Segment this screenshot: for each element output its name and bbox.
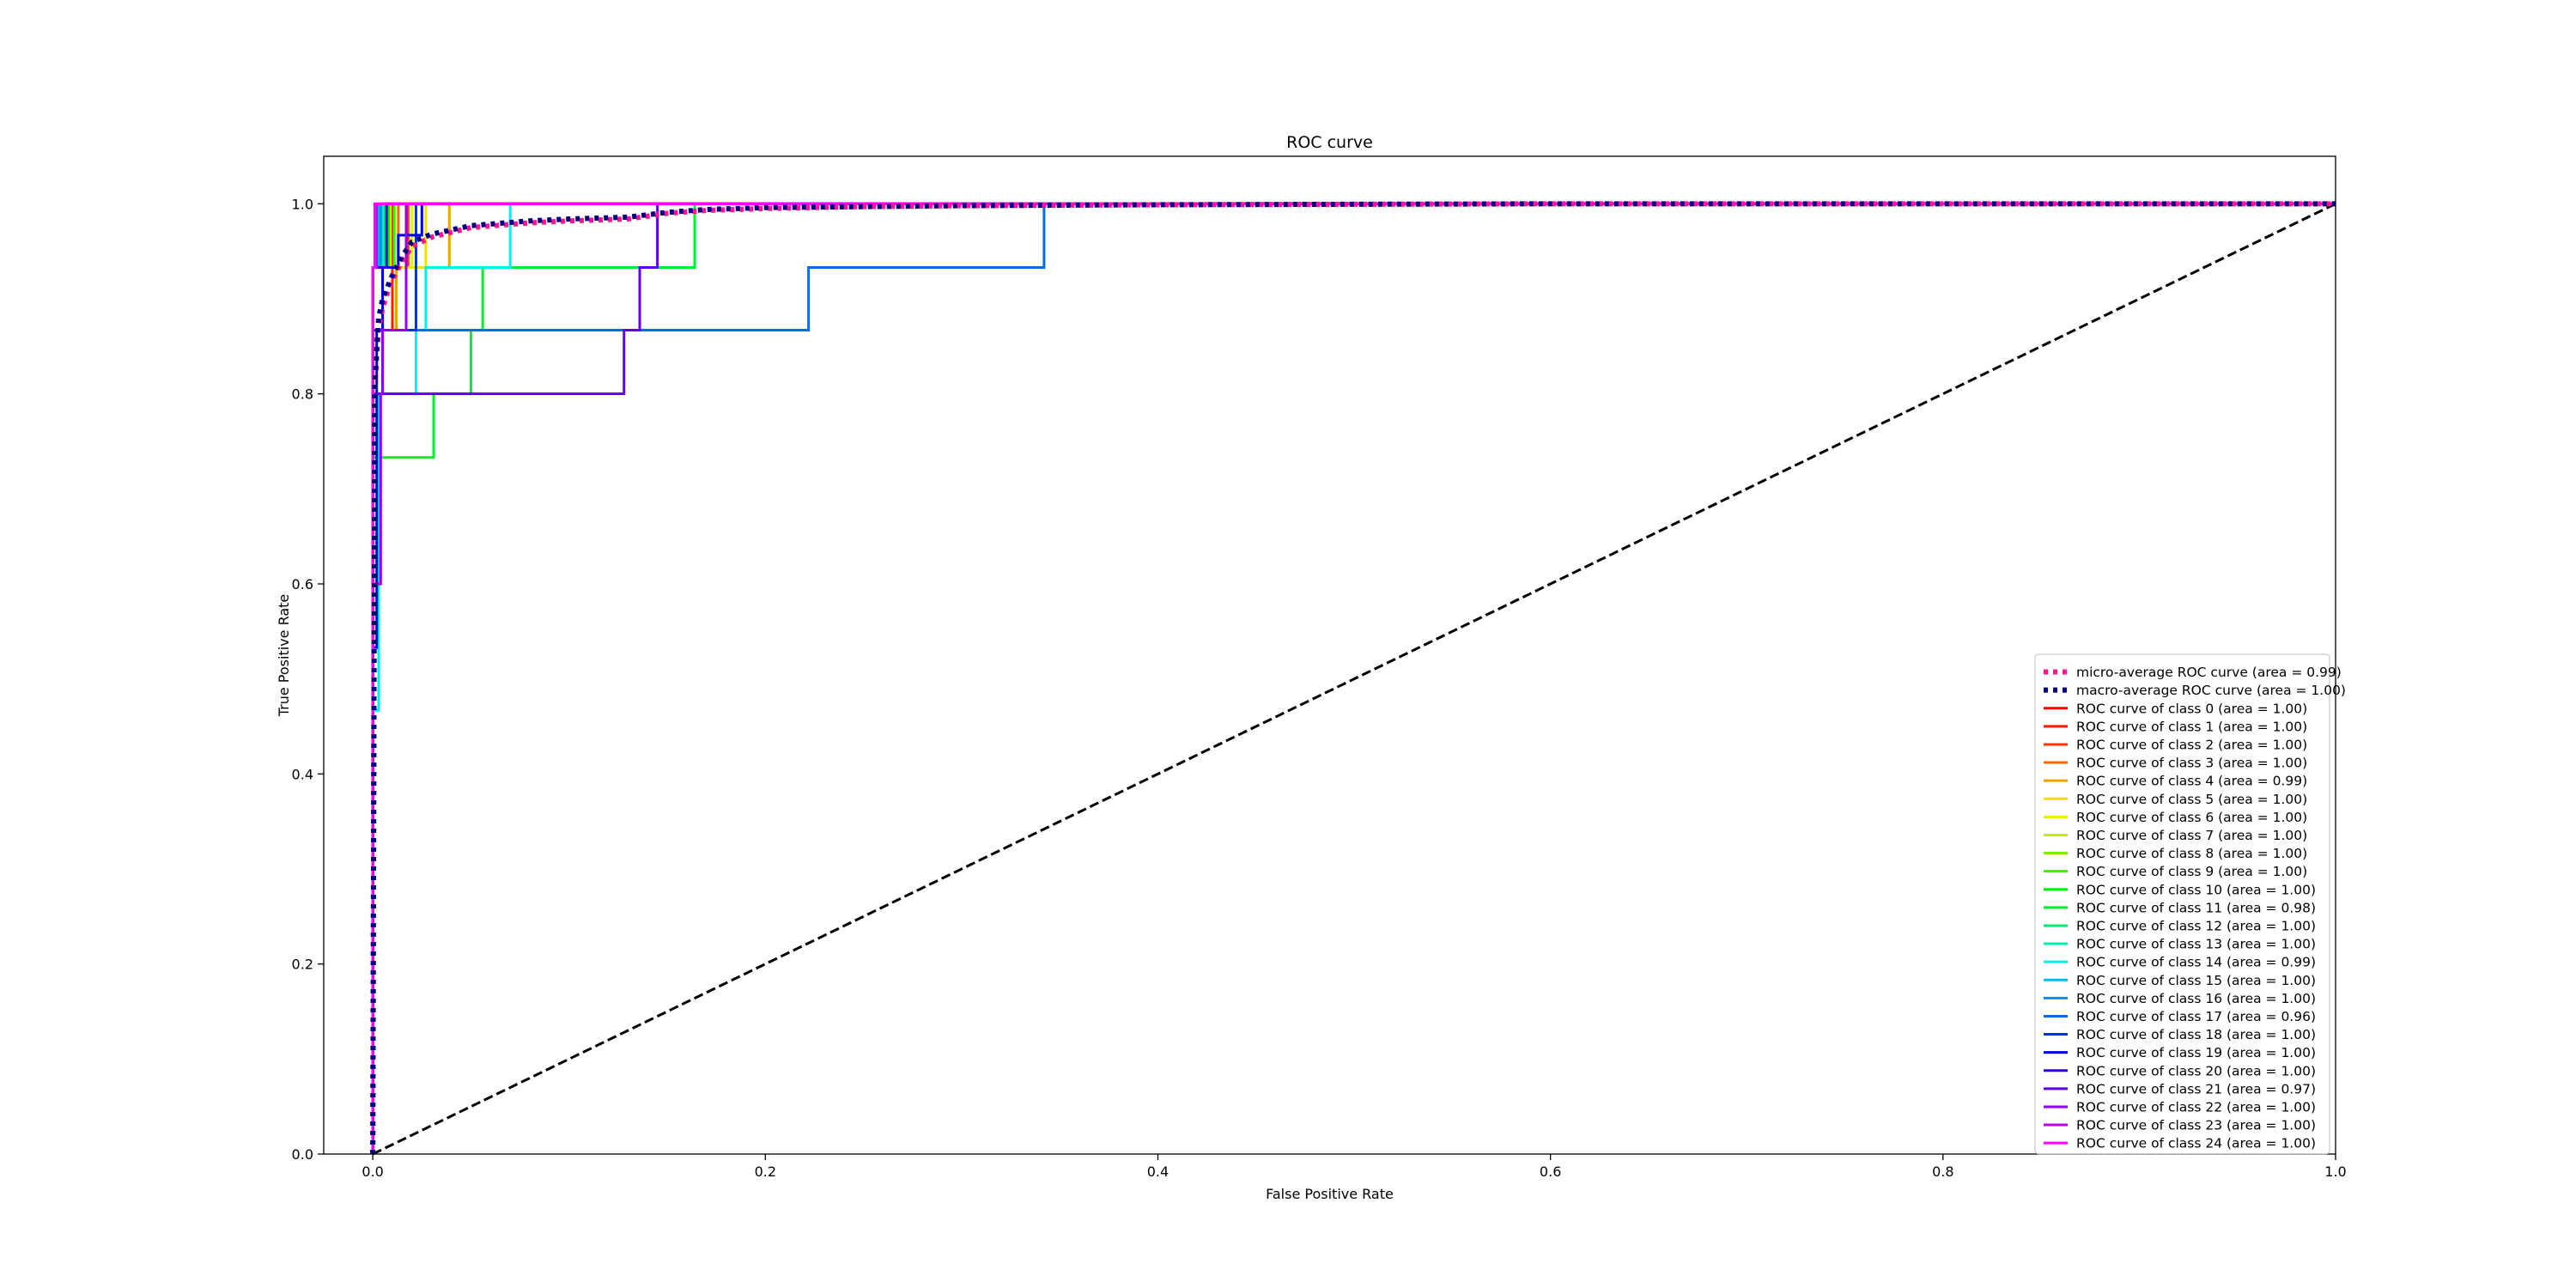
x-tick-label: 0.6 <box>1540 1163 1561 1180</box>
legend-label-6: ROC curve of class 4 (area = 0.99) <box>2076 774 2307 789</box>
legend-label-23: ROC curve of class 21 (area = 0.97) <box>2076 1081 2316 1097</box>
legend-label-17: ROC curve of class 15 (area = 1.00) <box>2076 973 2316 988</box>
legend-label-15: ROC curve of class 13 (area = 1.00) <box>2076 937 2316 952</box>
legend-label-4: ROC curve of class 2 (area = 1.00) <box>2076 737 2307 752</box>
legend-label-8: ROC curve of class 6 (area = 1.00) <box>2076 810 2307 825</box>
legend-label-16: ROC curve of class 14 (area = 0.99) <box>2076 955 2316 970</box>
x-tick-label: 0.0 <box>361 1163 383 1180</box>
legend-label-10: ROC curve of class 8 (area = 1.00) <box>2076 846 2307 861</box>
x-tick-label: 0.8 <box>1932 1163 1953 1180</box>
legend-label-21: ROC curve of class 19 (area = 1.00) <box>2076 1045 2316 1060</box>
x-tick-label: 0.4 <box>1147 1163 1169 1180</box>
legend-label-12: ROC curve of class 10 (area = 1.00) <box>2076 882 2316 897</box>
legend-label-22: ROC curve of class 20 (area = 1.00) <box>2076 1063 2316 1078</box>
legend-label-11: ROC curve of class 9 (area = 1.00) <box>2076 864 2307 879</box>
legend-label-26: ROC curve of class 24 (area = 1.00) <box>2076 1136 2316 1151</box>
legend-label-24: ROC curve of class 22 (area = 1.00) <box>2076 1099 2316 1115</box>
y-tick-label: 0.4 <box>292 766 313 782</box>
y-tick-label: 1.0 <box>292 196 313 212</box>
chart-title: ROC curve <box>1286 133 1373 152</box>
y-tick-label: 0.8 <box>292 386 313 403</box>
y-tick-label: 0.0 <box>292 1146 313 1163</box>
legend-label-9: ROC curve of class 7 (area = 1.00) <box>2076 828 2307 843</box>
legend-label-2: ROC curve of class 0 (area = 1.00) <box>2076 701 2307 716</box>
legend-label-3: ROC curve of class 1 (area = 1.00) <box>2076 719 2307 734</box>
legend-label-18: ROC curve of class 16 (area = 1.00) <box>2076 991 2316 1006</box>
x-tick-label: 0.2 <box>755 1163 776 1180</box>
x-axis-label: False Positive Rate <box>1266 1186 1394 1202</box>
legend-label-20: ROC curve of class 18 (area = 1.00) <box>2076 1027 2316 1042</box>
legend-label-19: ROC curve of class 17 (area = 0.96) <box>2076 1009 2316 1024</box>
legend-label-7: ROC curve of class 5 (area = 1.00) <box>2076 792 2307 807</box>
legend-label-5: ROC curve of class 3 (area = 1.00) <box>2076 756 2307 771</box>
legend-label-13: ROC curve of class 11 (area = 0.98) <box>2076 900 2316 915</box>
roc-chart: 0.0 0.2 0.4 0.6 0.8 1.0 0.0 0.2 0.4 0.6 0.8 1.0 ROC… <box>0 0 2576 1288</box>
x-tick-label: 1.0 <box>2324 1163 2346 1180</box>
y-tick-label: 0.6 <box>292 576 313 592</box>
legend: micro-average ROC curve (area = 0.99) mac… <box>2034 653 2346 1155</box>
y-tick-label: 0.2 <box>292 957 313 973</box>
legend-label-14: ROC curve of class 12 (area = 1.00) <box>2076 918 2316 933</box>
y-axis-label: True Positive Rate <box>276 594 292 718</box>
legend-label-1: macro-average ROC curve (area = 1.00) <box>2076 683 2346 698</box>
legend-label-25: ROC curve of class 23 (area = 1.00) <box>2076 1118 2316 1133</box>
legend-label-0: micro-average ROC curve (area = 0.99) <box>2076 665 2342 680</box>
